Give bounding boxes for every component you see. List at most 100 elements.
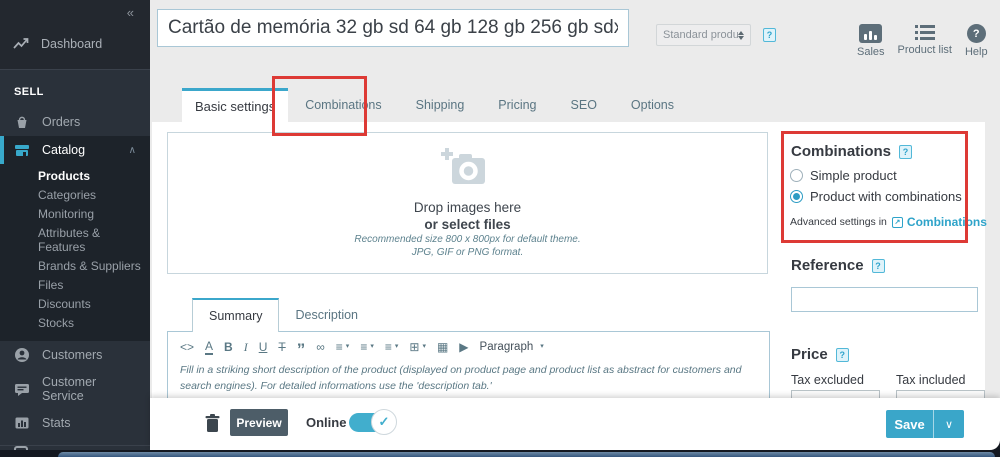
footer-action-bar: Preview Online ✓ Save ∨ [150,398,1000,450]
prestashop-product-edit-page: « Dashboard SELL Orders Catalog ∧ Produc… [0,0,1000,457]
orders-icon [17,116,27,128]
underline-icon[interactable]: U [259,340,268,354]
italic-icon[interactable]: I [244,340,248,354]
radio-product-with-combinations[interactable]: Product with combinations [790,189,962,204]
image-dropzone[interactable]: Drop images here or select files Recomme… [167,132,768,274]
text-color-icon[interactable]: A [205,339,214,355]
sidebar-item-discounts[interactable]: Discounts [38,294,150,313]
radio-simple-product[interactable]: Simple product [790,168,897,183]
product-list-quick-link[interactable]: Product list [898,24,952,58]
bullet-list-glyph: ≡ [360,340,368,354]
numbered-list-icon[interactable]: ≡ ▾ [385,340,399,354]
camera-plus-icon [440,148,485,184]
sidebar-item-monitoring[interactable]: Monitoring [38,204,150,223]
description-tabs: Summary Description [192,298,374,332]
paragraph-label: Paragraph [479,341,534,353]
tab-description[interactable]: Description [279,298,374,332]
save-dropdown-button[interactable]: ∨ [933,410,964,438]
chevron-up-icon[interactable]: ∧ [129,145,136,156]
list-icon [914,24,935,41]
insert-media-icon[interactable]: ▶ [459,340,468,354]
table-icon[interactable]: ⊞ ▾ [409,340,426,354]
combinations-title-text: Combinations [791,143,891,160]
sidebar-item-orders[interactable]: Orders [0,108,150,136]
bold-icon[interactable]: B [224,340,233,354]
product-tabs: Basic settings Combinations Shipping Pri… [152,88,691,122]
catalog-icon [15,145,29,156]
insert-image-icon[interactable]: ▦ [437,340,448,354]
sidebar-item-stocks[interactable]: Stocks [38,313,150,332]
sales-quick-link[interactable]: Sales [857,24,885,58]
sidebar-item-label: Customer Service [42,375,97,403]
product-type-select[interactable]: Standard produ [656,24,751,46]
reference-input[interactable] [791,287,978,312]
link-icon[interactable]: ∞ [316,340,325,354]
product-name-input[interactable] [157,9,629,47]
price-help-icon[interactable]: ? [835,347,849,362]
sidebar-item-dashboard[interactable]: Dashboard [0,36,150,52]
sidebar: « Dashboard SELL Orders Catalog ∧ Produc… [0,0,150,454]
summary-placeholder-text[interactable]: Fill in a striking short description of … [168,360,768,398]
product-type-help-icon[interactable]: ? [763,28,776,42]
sidebar-item-products[interactable]: Products [38,166,150,185]
reference-section-title: Reference ? [791,257,885,274]
catalog-submenu: Products Categories Monitoring Attribute… [0,164,150,341]
preview-button[interactable]: Preview [230,409,288,436]
sidebar-item-files[interactable]: Files [38,275,150,294]
price-title-text: Price [791,346,828,363]
sidebar-item-label: Dashboard [41,37,103,51]
help-quick-link[interactable]: ? Help [965,24,988,58]
strikethrough-icon[interactable]: T [278,340,285,354]
tab-seo[interactable]: SEO [554,88,614,122]
tab-shipping[interactable]: Shipping [399,88,482,122]
align-icon[interactable]: ≡ ▾ [336,340,350,354]
sidebar-item-stats[interactable]: Stats [0,409,150,437]
sidebar-section-sell: SELL [14,86,44,98]
tax-included-label: Tax included [896,373,966,387]
sidebar-item-label: Orders [42,115,81,129]
save-button-group: Save ∨ [886,410,964,438]
sidebar-item-attributes-features[interactable]: Attributes & Features [38,223,150,256]
select-arrows-icon [738,30,744,40]
combinations-section-title: Combinations ? [791,143,912,160]
sidebar-collapse-button[interactable]: « [127,5,134,20]
tab-summary[interactable]: Summary [192,298,280,332]
caret-down-icon: ▾ [422,343,426,350]
online-toggle[interactable]: ✓ [349,409,397,435]
sidebar-item-customers[interactable]: Customers [0,341,150,369]
dropzone-line2: or select files [424,217,511,232]
radio-label: Product with combinations [810,189,962,204]
paragraph-dropdown[interactable]: Paragraph ▾ [480,340,544,354]
code-view-icon[interactable]: <> [180,340,194,354]
tab-pricing[interactable]: Pricing [481,88,553,122]
external-link-icon: ↗ [891,216,903,228]
save-button[interactable]: Save [886,410,933,438]
sidebar-item-customer-service[interactable]: Customer Service [0,369,150,409]
help-label: Help [964,46,988,58]
sidebar-item-label: Stats [42,416,71,430]
sales-label: Sales [857,46,885,58]
sales-chart-icon [859,24,883,43]
tab-combinations[interactable]: Combinations [288,88,398,122]
blockquote-icon[interactable]: ” [297,340,306,358]
bottom-window-edge [0,450,1000,457]
sidebar-item-catalog[interactable]: Catalog ∧ [0,136,150,164]
radio-checked-icon [790,190,803,203]
sidebar-item-brands-suppliers[interactable]: Brands & Suppliers [38,256,150,275]
price-section-title: Price ? [791,346,849,363]
product-type-value: Standard produ [663,29,738,41]
bullet-list-icon[interactable]: ≡ ▾ [360,340,374,354]
align-glyph: ≡ [335,340,343,354]
combinations-help-icon[interactable]: ? [899,144,912,159]
dashboard-icon [13,38,29,49]
sidebar-item-categories[interactable]: Categories [38,185,150,204]
delete-trash-icon[interactable] [205,414,220,432]
caret-down-icon: ▾ [394,343,399,350]
tab-basic-settings[interactable]: Basic settings [182,88,289,122]
reference-help-icon[interactable]: ? [871,258,885,273]
chat-bubble-icon [15,384,29,396]
tab-options[interactable]: Options [614,88,691,122]
combinations-advanced-link[interactable]: ↗ Combinations [891,215,987,229]
dock-bar [58,452,995,457]
tax-excluded-label: Tax excluded [791,373,864,387]
